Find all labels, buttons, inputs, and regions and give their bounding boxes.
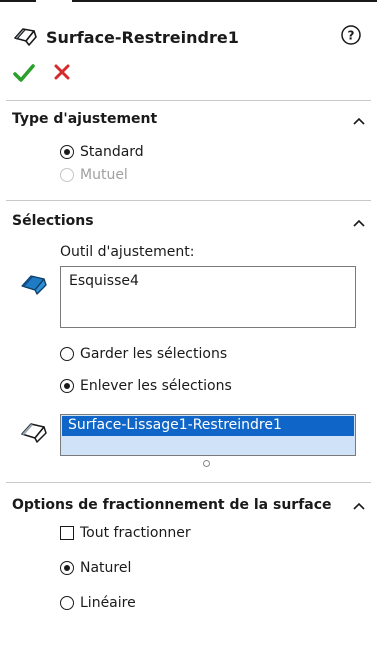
section-title-type-ajustement: Type d'ajustement [12,111,158,127]
divider [6,100,371,101]
radio-button[interactable] [60,596,74,610]
radio-label: Mutuel [80,167,128,183]
list-item[interactable]: Esquisse4 [69,273,139,289]
checkbox-label: Tout fractionner [80,525,191,541]
checkbox-split-all[interactable]: Tout fractionner [60,523,191,543]
radio-button[interactable] [60,145,74,159]
list-item-selected[interactable]: Surface-Lissage1-Restreindre1 [62,416,354,436]
radio-label: Naturel [80,560,132,576]
help-icon[interactable]: ? [340,24,362,46]
radio-label: Standard [80,144,144,160]
surface-selection-icon [21,423,47,443]
surface-trim-icon [14,28,37,46]
radio-standard[interactable]: Standard [60,142,144,162]
radio-natural[interactable]: Naturel [60,558,131,578]
checkmark-icon[interactable] [12,62,36,84]
top-edge [0,0,377,4]
radio-mutuel[interactable]: Mutuel [60,165,128,185]
checkbox[interactable] [60,526,74,540]
radio-button[interactable] [60,379,74,393]
page-title: Surface-Restreindre1 [46,28,239,47]
chevron-up-icon[interactable] [352,116,366,126]
divider [6,482,371,483]
trim-tool-label: Outil d'ajustement: [60,244,195,260]
chevron-up-icon[interactable] [352,501,366,511]
radio-button[interactable] [60,347,74,361]
radio-linear[interactable]: Linéaire [60,593,136,613]
radio-keep-selections[interactable]: Garder les sélections [60,344,227,364]
radio-label: Enlever les sélections [80,378,232,394]
top-edge-segment [72,0,377,2]
chevron-up-icon[interactable] [352,218,366,228]
property-manager-header: Surface-Restreindre1 ? [0,14,377,104]
selected-pieces-listbox[interactable]: Surface-Lissage1-Restreindre1 [60,414,356,456]
trim-tool-icon [21,275,47,295]
radio-button[interactable] [60,561,74,575]
svg-text:?: ? [348,29,355,43]
radio-remove-selections[interactable]: Enlever les sélections [60,376,232,396]
radio-button[interactable] [60,168,74,182]
close-icon[interactable] [52,62,72,82]
resize-handle[interactable] [203,460,210,467]
list-item-label: Surface-Lissage1-Restreindre1 [68,417,282,433]
radio-label: Linéaire [80,595,136,611]
section-title-options: Options de fractionnement de la surface [12,497,332,513]
divider [6,200,371,201]
section-title-selections: Sélections [12,213,94,229]
radio-label: Garder les sélections [80,346,228,362]
top-edge-segment [0,0,36,2]
trim-tool-listbox[interactable]: Esquisse4 [60,266,356,328]
